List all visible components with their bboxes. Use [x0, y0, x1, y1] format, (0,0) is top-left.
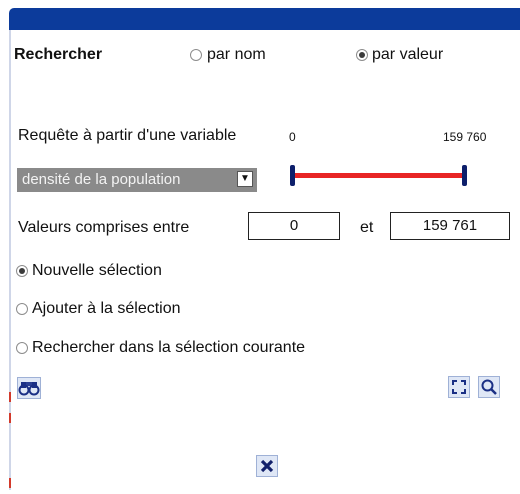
- range-to-input[interactable]: 159 761: [390, 212, 510, 240]
- radio-search-by-value-label[interactable]: par valeur: [372, 45, 443, 65]
- panel-title: Rechercher: [14, 46, 103, 63]
- search-panel: Rechercher par nom par valeur Requête à …: [0, 0, 520, 494]
- range-slider-track[interactable]: [292, 173, 464, 178]
- zoom-extent-icon: [452, 380, 466, 394]
- range-from-input[interactable]: 0: [248, 212, 340, 240]
- slider-min-label: 0: [289, 130, 296, 144]
- range-label: Valeurs comprises entre: [18, 219, 190, 236]
- magnifier-icon: [481, 379, 497, 395]
- close-button[interactable]: [256, 455, 278, 477]
- radio-search-in-selection-label[interactable]: Rechercher dans la sélection courante: [32, 338, 305, 358]
- zoom-extent-button[interactable]: [448, 376, 470, 398]
- scroll-marker: [9, 392, 11, 402]
- radio-search-by-name-label[interactable]: par nom: [207, 45, 266, 65]
- scroll-marker: [9, 413, 11, 423]
- title-bar: [9, 8, 520, 30]
- radio-add-to-selection-label[interactable]: Ajouter à la sélection: [32, 299, 181, 319]
- variable-select-value: densité de la population: [22, 171, 181, 188]
- radio-new-selection-label[interactable]: Nouvelle sélection: [32, 261, 162, 281]
- binoculars-icon: [18, 382, 40, 396]
- zoom-button[interactable]: [478, 376, 500, 398]
- radio-new-selection[interactable]: [16, 265, 28, 277]
- radio-search-in-selection[interactable]: [16, 342, 28, 354]
- search-button[interactable]: [17, 377, 41, 399]
- radio-add-to-selection[interactable]: [16, 303, 28, 315]
- variable-query-label: Requête à partir d'une variable: [18, 127, 237, 144]
- range-and-label: et: [360, 219, 374, 236]
- dropdown-arrow-icon[interactable]: ▼: [237, 171, 253, 187]
- scroll-marker: [9, 478, 11, 488]
- radio-search-by-name[interactable]: [190, 49, 202, 61]
- variable-select[interactable]: densité de la population ▼: [17, 168, 257, 192]
- close-icon: [260, 459, 274, 473]
- range-slider-max-handle[interactable]: [462, 165, 467, 186]
- range-slider-min-handle[interactable]: [290, 165, 295, 186]
- slider-max-label: 159 760: [443, 130, 487, 144]
- radio-search-by-value[interactable]: [356, 49, 368, 61]
